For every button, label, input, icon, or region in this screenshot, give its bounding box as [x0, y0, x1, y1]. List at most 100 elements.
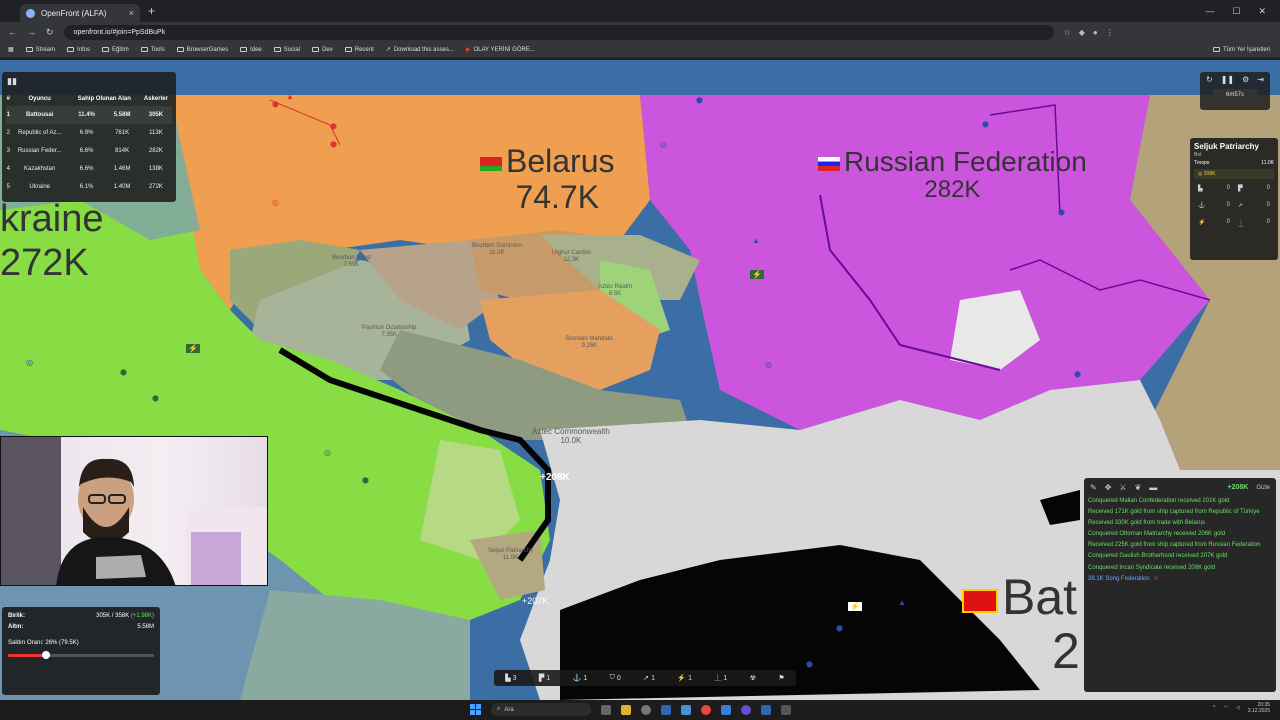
- city-marker-icon[interactable]: ⬢: [806, 660, 813, 669]
- table-row[interactable]: 2 Republic of Az... 6.9% 761K 113K: [6, 124, 172, 142]
- bookmark-10[interactable]: ▶ OLAY YERİNİ GÖRE...: [466, 46, 535, 54]
- taskbar-search[interactable]: ⌕ Ara: [491, 703, 591, 716]
- handshake-icon[interactable]: ❦: [1135, 483, 1142, 492]
- build-city-button[interactable]: ▙ 3: [505, 674, 516, 683]
- bookmark-5[interactable]: Idee: [240, 47, 262, 53]
- clock[interactable]: 20:35 3.12.2025: [1248, 702, 1270, 714]
- build-missile-button[interactable]: ➚ 1: [643, 674, 655, 683]
- wifi-icon[interactable]: ◠: [1224, 705, 1228, 711]
- star-icon[interactable]: ☆: [1064, 28, 1071, 37]
- gear-icon[interactable]: ⚙: [1242, 75, 1249, 84]
- city-marker-icon[interactable]: ⬢: [272, 100, 279, 109]
- bookmark-9[interactable]: ↗ Download this asses...: [386, 46, 454, 54]
- pencil-icon[interactable]: ✎: [1090, 483, 1097, 492]
- bookmark-7[interactable]: Dev: [312, 47, 333, 53]
- exit-icon[interactable]: ⇥: [1257, 75, 1264, 84]
- column-header-troops[interactable]: Askerler: [140, 92, 172, 106]
- app-icon[interactable]: [681, 704, 691, 715]
- column-header-player[interactable]: Oyuncu: [10, 92, 68, 106]
- browser-tab[interactable]: OpenFront (ALFA) ×: [20, 4, 140, 22]
- hide-button[interactable]: Gizle: [1256, 485, 1270, 491]
- city-marker-icon[interactable]: ⬢: [362, 476, 369, 485]
- reload-icon[interactable]: ↻: [46, 27, 54, 38]
- build-sam-button[interactable]: ⏊ 1: [714, 673, 727, 683]
- city-marker-icon[interactable]: ◎: [660, 140, 667, 149]
- sword-icon[interactable]: ⚔: [1119, 483, 1126, 492]
- attack-rate-slider[interactable]: [8, 651, 154, 659]
- restart-icon[interactable]: ↻: [1206, 75, 1213, 84]
- city-marker-icon[interactable]: ⬢: [696, 96, 703, 105]
- crosshair-icon[interactable]: ✥: [1105, 483, 1112, 492]
- task-view-icon[interactable]: [601, 704, 611, 715]
- bookmark-3[interactable]: Tools: [140, 47, 165, 53]
- minimize-icon[interactable]: —: [1205, 6, 1214, 17]
- url-bar[interactable]: openfront.io/#join=PpSdBuPk: [63, 24, 1054, 40]
- build-factory-button[interactable]: ▛ 1: [539, 674, 550, 683]
- hydrogen-bomb-button[interactable]: ⚑: [778, 674, 784, 682]
- edge-icon[interactable]: [721, 704, 731, 715]
- steam-icon[interactable]: [661, 704, 671, 715]
- apps-icon[interactable]: ▦: [8, 46, 14, 53]
- nuke-button[interactable]: ☢: [750, 674, 756, 682]
- volume-icon[interactable]: ◁: [1236, 705, 1240, 711]
- build-silo-button[interactable]: ⚡ 1: [677, 674, 692, 683]
- table-row[interactable]: 1 Battousai 11.4% 5.58M 305K: [6, 106, 172, 124]
- missile-silo-icon[interactable]: ⚡: [186, 344, 200, 353]
- file-explorer-icon[interactable]: [621, 704, 631, 715]
- back-icon[interactable]: ←: [8, 27, 17, 37]
- chrome-icon[interactable]: [701, 704, 711, 715]
- settings-app-icon[interactable]: [641, 704, 651, 715]
- new-tab-icon[interactable]: +: [148, 4, 155, 18]
- bookmark-6[interactable]: Social: [273, 47, 300, 53]
- city-marker-icon[interactable]: ⬢: [330, 122, 337, 131]
- city-marker-icon[interactable]: ⬢: [152, 394, 159, 403]
- forward-icon[interactable]: →: [27, 27, 36, 37]
- chevron-up-icon[interactable]: ^: [1213, 705, 1215, 711]
- city-marker-icon[interactable]: ⬢: [1074, 370, 1081, 379]
- region-label: Bourbon Dominion 11.3K: [472, 243, 522, 256]
- dismiss-icon[interactable]: ✕: [1154, 576, 1159, 582]
- build-defense-button[interactable]: ⛉ 0: [610, 674, 621, 682]
- app-icon[interactable]: [781, 704, 791, 715]
- build-port-button[interactable]: ⚓ 1: [573, 674, 588, 683]
- close-window-icon[interactable]: ✕: [1258, 6, 1266, 17]
- all-bookmarks[interactable]: Tüm Yer İşaretleri: [1212, 47, 1280, 53]
- pause-icon[interactable]: ❚❚: [1221, 75, 1234, 84]
- city-marker-icon[interactable]: ◎: [26, 358, 33, 367]
- port-marker-icon[interactable]: ▲: [752, 236, 760, 245]
- bookmark-0[interactable]: Stream: [25, 47, 55, 53]
- nuke-icon: ☢: [749, 675, 757, 682]
- city-marker-icon[interactable]: ⬢: [120, 368, 127, 377]
- bookmark-4[interactable]: BrowserGames: [176, 47, 228, 53]
- city-marker-icon[interactable]: ⬢: [1058, 208, 1065, 217]
- table-row[interactable]: 4 Kazakhstan 6.6% 1.46M 138K: [6, 160, 172, 178]
- chat-icon[interactable]: ▬: [1149, 483, 1157, 492]
- table-row[interactable]: 3 Russian Feder... 6.6% 814K 282K: [6, 142, 172, 160]
- table-row[interactable]: 5 Ukraine 6.1% 1.40M 272K: [6, 178, 172, 196]
- city-marker-icon[interactable]: ⬢: [330, 140, 337, 149]
- city-marker-icon[interactable]: ◎: [272, 198, 279, 207]
- city-marker-icon[interactable]: ◎: [765, 360, 772, 369]
- port-marker-icon[interactable]: ▲: [286, 92, 294, 101]
- extension-icon[interactable]: ◆: [1079, 28, 1085, 37]
- city-marker-icon[interactable]: ⬢: [982, 120, 989, 129]
- missile-silo-icon[interactable]: ⚡: [848, 602, 862, 611]
- city-marker-icon[interactable]: ◎: [324, 448, 331, 457]
- bookmark-8[interactable]: Recent: [344, 47, 374, 53]
- maximize-icon[interactable]: ☐: [1232, 6, 1240, 17]
- bookmark-1[interactable]: Infos: [67, 47, 90, 53]
- bar-chart-icon[interactable]: ▮▮: [7, 76, 17, 87]
- menu-icon[interactable]: ⋮: [1106, 28, 1114, 37]
- profile-icon[interactable]: ●: [1093, 28, 1098, 37]
- column-header-owned[interactable]: Sahip Olunan Alan: [69, 92, 140, 106]
- discord-icon[interactable]: [741, 704, 751, 715]
- port-marker-icon[interactable]: ▲: [898, 598, 906, 607]
- missile-silo-icon[interactable]: ⚡: [750, 270, 764, 279]
- windows-start-icon[interactable]: [470, 704, 481, 715]
- close-tab-icon[interactable]: ×: [129, 8, 134, 18]
- bookmark-2[interactable]: Eğitim: [102, 47, 129, 53]
- steam-icon[interactable]: [761, 704, 771, 715]
- attack-rate-handle[interactable]: [41, 651, 50, 659]
- city-marker-icon[interactable]: ⬢: [836, 624, 843, 633]
- units-label: Birlik:: [8, 613, 26, 619]
